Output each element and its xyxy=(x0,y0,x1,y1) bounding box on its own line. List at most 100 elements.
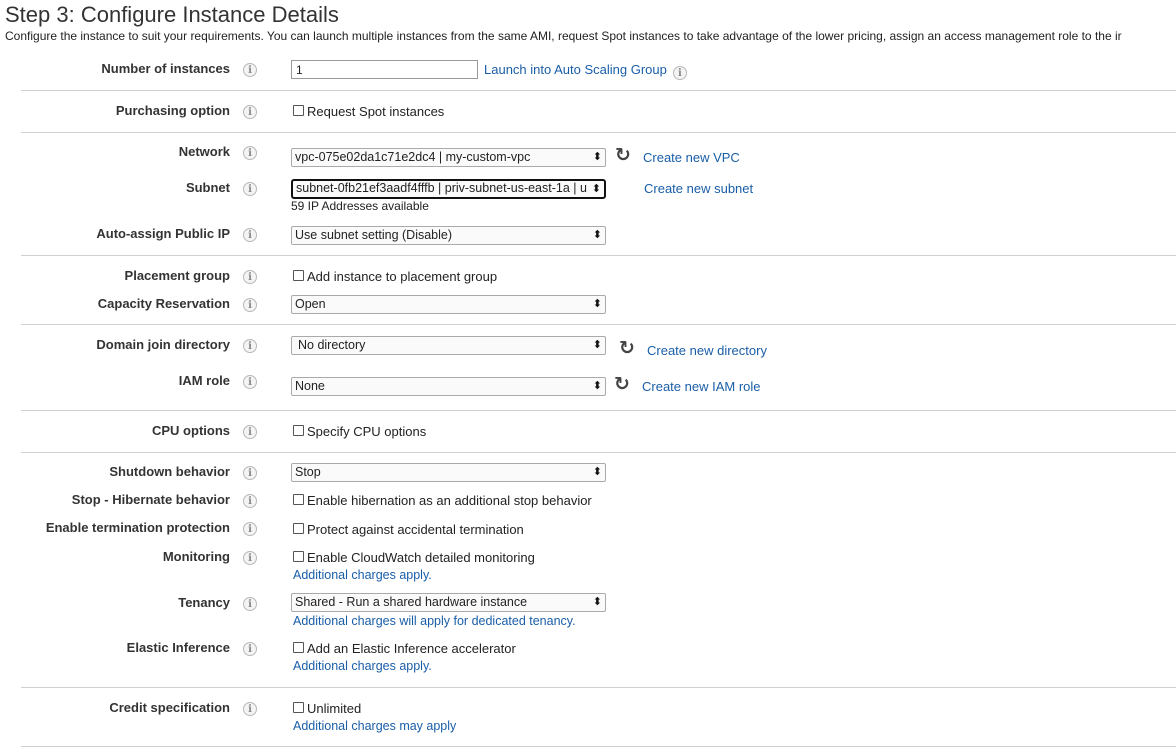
chevron-down-icon: ⬍ xyxy=(592,380,602,392)
info-icon[interactable]: i xyxy=(243,228,257,242)
divider xyxy=(21,132,1176,133)
auto-scaling-link-text[interactable]: Launch into Auto Scaling Group xyxy=(484,62,667,77)
monitoring-checkbox-label: Enable CloudWatch detailed monitoring xyxy=(307,550,535,565)
hibernate-label: Stop - Hibernate behavior xyxy=(71,492,230,507)
unlimited-checkbox[interactable]: Unlimited xyxy=(293,701,361,716)
checkbox-box[interactable] xyxy=(293,270,304,281)
info-icon[interactable]: i xyxy=(243,182,257,196)
create-directory-link[interactable]: Create new directory xyxy=(647,343,767,358)
public-ip-label: Auto-assign Public IP xyxy=(96,226,230,241)
tenancy-charges-link[interactable]: Additional charges will apply for dedica… xyxy=(293,614,576,628)
subnet-select-value: subnet-0fb21ef3aadf4fffb | priv-subnet-u… xyxy=(296,181,587,195)
divider xyxy=(21,324,1176,325)
inference-checkbox[interactable]: Add an Elastic Inference accelerator xyxy=(293,641,516,656)
capacity-select[interactable]: Open ⬍ xyxy=(291,295,606,314)
instances-label: Number of instances xyxy=(101,61,230,76)
tenancy-select-value: Shared - Run a shared hardware instance xyxy=(295,595,528,609)
checkbox-box[interactable] xyxy=(293,642,304,653)
domain-select[interactable]: No directory ⬍ xyxy=(291,336,606,355)
info-icon[interactable]: i xyxy=(243,702,257,716)
info-icon[interactable]: i xyxy=(243,494,257,508)
unlimited-checkbox-label: Unlimited xyxy=(307,701,362,716)
placement-checkbox[interactable]: Add instance to placement group xyxy=(293,269,497,284)
termination-checkbox-label: Protect against accidental termination xyxy=(307,522,524,537)
create-iam-role-link[interactable]: Create new IAM role xyxy=(642,379,761,394)
monitoring-label: Monitoring xyxy=(162,549,230,564)
subnet-select[interactable]: subnet-0fb21ef3aadf4fffb | priv-subnet-u… xyxy=(291,179,606,199)
network-label: Network xyxy=(178,144,230,159)
subnet-label: Subnet xyxy=(185,180,230,195)
divider xyxy=(21,452,1176,453)
refresh-icon[interactable]: ↻ xyxy=(614,375,630,394)
public-ip-select-value: Use subnet setting (Disable) xyxy=(295,228,453,242)
cpu-checkbox[interactable]: Specify CPU options xyxy=(293,424,426,439)
refresh-icon[interactable]: ↻ xyxy=(615,146,631,165)
credit-label: Credit specification xyxy=(109,700,230,715)
checkbox-box[interactable] xyxy=(293,105,304,116)
subnet-ip-note: 59 IP Addresses available xyxy=(291,199,429,213)
placement-checkbox-label: Add instance to placement group xyxy=(307,269,498,284)
auto-scaling-link[interactable]: Launch into Auto Scaling Group i xyxy=(484,62,687,80)
info-icon[interactable]: i xyxy=(243,105,257,119)
termination-label: Enable termination protection xyxy=(45,520,230,535)
info-icon[interactable]: i xyxy=(243,298,257,312)
iam-select[interactable]: None ⬍ xyxy=(291,377,606,396)
checkbox-box[interactable] xyxy=(293,523,304,534)
cpu-label: CPU options xyxy=(152,423,230,438)
tenancy-select[interactable]: Shared - Run a shared hardware instance ⬍ xyxy=(291,593,606,612)
iam-select-value: None xyxy=(295,379,325,393)
spot-checkbox-label: Request Spot instances xyxy=(307,104,445,119)
iam-label: IAM role xyxy=(178,373,230,388)
create-vpc-link[interactable]: Create new VPC xyxy=(643,150,740,165)
info-icon[interactable]: i xyxy=(243,466,257,480)
inference-charges-link[interactable]: Additional charges apply. xyxy=(293,659,432,673)
checkbox-box[interactable] xyxy=(293,425,304,436)
chevron-down-icon: ⬍ xyxy=(592,229,602,241)
info-icon[interactable]: i xyxy=(243,63,257,77)
divider xyxy=(21,255,1176,256)
create-subnet-link[interactable]: Create new subnet xyxy=(644,181,753,196)
info-icon[interactable]: i xyxy=(243,425,257,439)
public-ip-select[interactable]: Use subnet setting (Disable) ⬍ xyxy=(291,226,606,245)
instances-input[interactable] xyxy=(291,60,478,79)
monitoring-charges-link[interactable]: Additional charges apply. xyxy=(293,568,432,582)
checkbox-box[interactable] xyxy=(293,551,304,562)
capacity-select-value: Open xyxy=(295,297,326,311)
hibernate-checkbox-label: Enable hibernation as an additional stop… xyxy=(307,493,592,508)
refresh-icon[interactable]: ↻ xyxy=(619,339,635,358)
spot-checkbox[interactable]: Request Spot instances xyxy=(293,104,444,119)
tenancy-label: Tenancy xyxy=(178,595,230,610)
info-icon[interactable]: i xyxy=(672,66,687,80)
network-select-value: vpc-075e02da1c71e2dc4 | my-custom-vpc xyxy=(295,150,531,164)
info-icon[interactable]: i xyxy=(243,642,257,656)
chevron-down-icon: ⬍ xyxy=(592,339,602,351)
monitoring-checkbox[interactable]: Enable CloudWatch detailed monitoring xyxy=(293,550,535,565)
page-heading: Step 3: Configure Instance Details xyxy=(5,2,339,27)
chevron-down-icon: ⬍ xyxy=(592,298,602,310)
network-select[interactable]: vpc-075e02da1c71e2dc4 | my-custom-vpc ⬍ xyxy=(291,148,606,167)
inference-label: Elastic Inference xyxy=(126,640,230,655)
chevron-down-icon: ⬍ xyxy=(592,151,602,163)
checkbox-box[interactable] xyxy=(293,702,304,713)
checkbox-box[interactable] xyxy=(293,494,304,505)
divider xyxy=(21,410,1176,411)
placement-label: Placement group xyxy=(124,268,230,283)
info-icon[interactable]: i xyxy=(243,270,257,284)
info-icon[interactable]: i xyxy=(243,597,257,611)
chevron-down-icon: ⬍ xyxy=(592,466,602,478)
termination-checkbox[interactable]: Protect against accidental termination xyxy=(293,522,524,537)
info-icon[interactable]: i xyxy=(243,146,257,160)
info-icon[interactable]: i xyxy=(243,339,257,353)
page-description: Configure the instance to suit your requ… xyxy=(5,29,1122,43)
credit-charges-link[interactable]: Additional charges may apply xyxy=(293,719,456,733)
divider xyxy=(21,746,1176,747)
capacity-label: Capacity Reservation xyxy=(97,296,230,311)
shutdown-select[interactable]: Stop ⬍ xyxy=(291,463,606,482)
hibernate-checkbox[interactable]: Enable hibernation as an additional stop… xyxy=(293,493,592,508)
domain-select-value: No directory xyxy=(298,338,366,352)
info-icon[interactable]: i xyxy=(243,375,257,389)
divider xyxy=(21,687,1176,688)
info-icon[interactable]: i xyxy=(243,522,257,536)
info-icon[interactable]: i xyxy=(243,551,257,565)
divider xyxy=(21,90,1176,91)
